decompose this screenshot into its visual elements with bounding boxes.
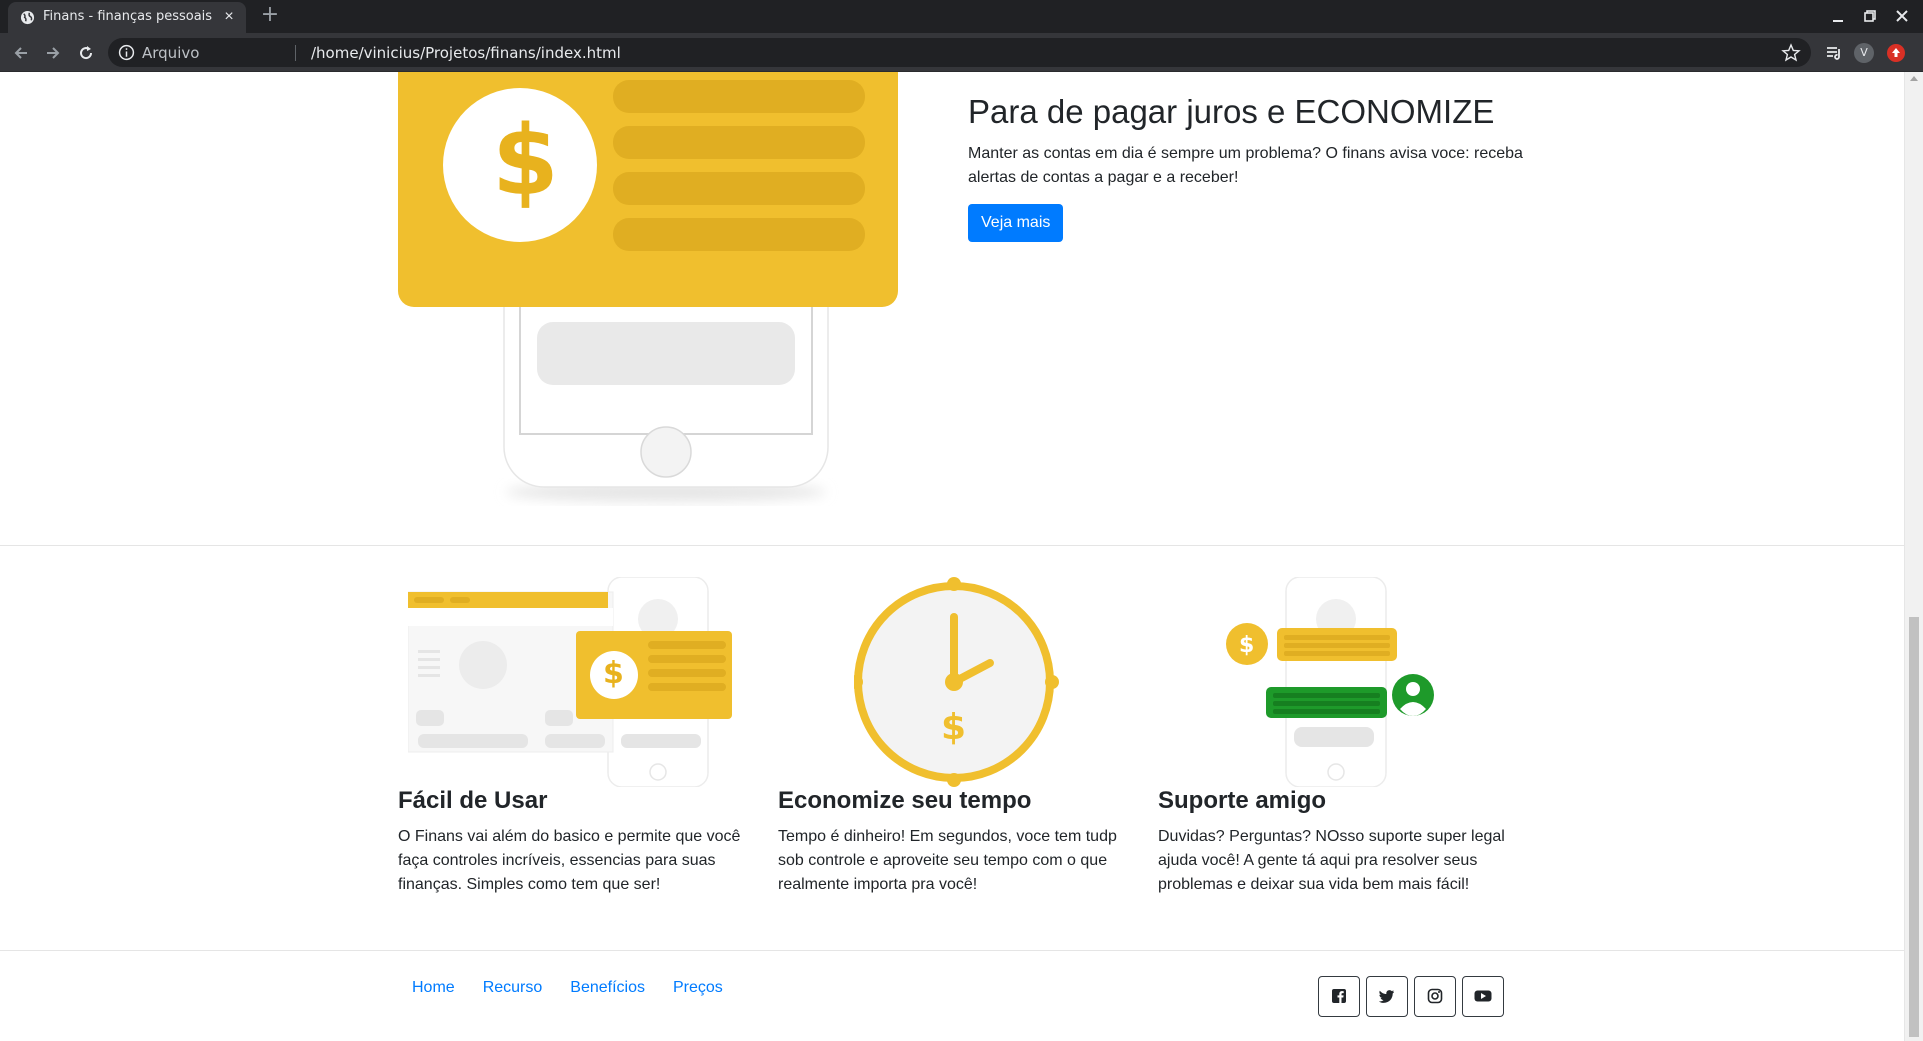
facebook-icon[interactable]	[1318, 976, 1360, 1017]
globe-icon	[20, 10, 35, 25]
profile-avatar[interactable]: V	[1852, 41, 1876, 65]
feature-title: Fácil de Usar	[398, 787, 548, 814]
dashboard-illustration	[408, 577, 732, 787]
reload-icon[interactable]	[74, 41, 98, 65]
new-tab-button[interactable]: +	[258, 4, 282, 28]
hero-description: Manter as contas em dia é sempre um prob…	[968, 144, 1523, 186]
media-queue-icon[interactable]	[1822, 41, 1846, 65]
feature-description: Duvidas? Perguntas? NOsso suporte super …	[1158, 828, 1505, 893]
address-bar[interactable]: Arquivo /home/vinicius/Projetos/finans/i…	[108, 38, 1811, 67]
tab-close-icon[interactable]: ×	[220, 8, 238, 26]
footer-divider	[0, 950, 1904, 951]
clock-dollar-icon: $	[941, 707, 967, 748]
youtube-icon[interactable]	[1462, 976, 1504, 1017]
minimize-icon[interactable]	[1826, 5, 1850, 27]
hero-title: Para de pagar juros e ECONOMIZE	[968, 93, 1495, 130]
hero-dollar-icon: $	[492, 105, 559, 217]
phone-bill-illustration	[398, 72, 898, 502]
feature-description: Tempo é dinheiro! Em segundos, voce tem …	[778, 828, 1117, 893]
footer-nav: Home Recurso Benefícios Preços	[398, 976, 737, 1000]
browser-tab[interactable]: Finans - finanças pessoais ×	[8, 2, 246, 33]
page-scrollbar[interactable]	[1904, 72, 1923, 1041]
chat-support-illustration	[1226, 577, 1434, 787]
back-arrow-icon[interactable]	[9, 41, 33, 65]
restore-icon[interactable]	[1858, 5, 1882, 27]
feature-dollar-icon: $	[603, 656, 624, 691]
footer-link-precos[interactable]: Preços	[659, 976, 737, 1000]
tab-title: Finans - finanças pessoais	[43, 9, 213, 24]
feature-description: O Finans vai além do basico e permite qu…	[398, 828, 741, 893]
clock-illustration	[854, 577, 1059, 787]
profile-initial: V	[1854, 43, 1874, 63]
footer-link-home[interactable]: Home	[398, 976, 469, 1000]
scroll-up-arrow-icon[interactable]	[1910, 76, 1918, 81]
scrollbar-thumb[interactable]	[1909, 617, 1919, 1037]
extension-icon[interactable]	[1884, 41, 1908, 65]
section-divider	[0, 545, 1904, 546]
browser-toolbar: Arquivo /home/vinicius/Projetos/finans/i…	[0, 33, 1923, 72]
feature-title: Suporte amigo	[1158, 787, 1327, 814]
twitter-icon[interactable]	[1366, 976, 1408, 1017]
feature-title: Economize seu tempo	[778, 787, 1032, 814]
info-icon[interactable]	[118, 44, 135, 61]
bookmark-star-icon[interactable]	[1781, 43, 1801, 63]
omnibox-separator	[295, 45, 296, 61]
page-viewport: $ Para de pagar juros e ECONOMIZE Manter…	[0, 72, 1904, 1041]
footer-link-recurso[interactable]: Recurso	[469, 976, 557, 1000]
url-text[interactable]: /home/vinicius/Projetos/finans/index.htm…	[311, 44, 621, 62]
support-dollar-icon: $	[1239, 633, 1255, 658]
hero-text-block: Para de pagar juros e ECONOMIZE Manter a…	[968, 92, 1528, 242]
instagram-icon[interactable]	[1414, 976, 1456, 1017]
see-more-button[interactable]: Veja mais	[968, 203, 1064, 242]
footer-link-beneficios[interactable]: Benefícios	[556, 976, 659, 1000]
browser-tabbar: Finans - finanças pessoais × +	[0, 0, 1923, 33]
close-window-icon[interactable]	[1890, 5, 1914, 27]
file-scheme-chip: Arquivo	[142, 44, 200, 62]
forward-arrow-icon[interactable]	[41, 41, 65, 65]
